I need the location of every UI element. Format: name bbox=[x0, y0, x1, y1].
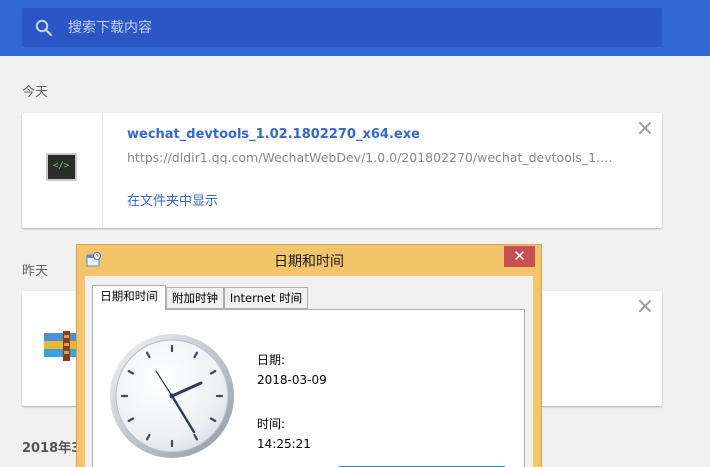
analog-clock bbox=[110, 334, 234, 458]
date-value: 2018-03-09 bbox=[257, 373, 327, 387]
download-card: </> wechat_devtools_1.02.1802270_x64.exe… bbox=[22, 113, 662, 228]
date-label: 日期: bbox=[257, 353, 286, 367]
download-source-url[interactable]: https://dldir1.qq.com/WechatWebDev/1.0.0… bbox=[127, 150, 617, 165]
tab-internet-time[interactable]: Internet 时间 bbox=[224, 287, 308, 309]
tab-additional-clocks[interactable]: 附加时钟 bbox=[166, 287, 224, 309]
tab-date-and-time[interactable]: 日期和时间 bbox=[92, 285, 166, 310]
winrar-archive-icon bbox=[44, 331, 78, 361]
download-file-name[interactable]: wechat_devtools_1.02.1802270_x64.exe bbox=[127, 127, 420, 142]
header-bar bbox=[0, 0, 710, 56]
tab-panel: 日期: 2018-03-09 时间: 14:25:21 bbox=[92, 309, 525, 467]
dialog-title-bar[interactable]: 日期和时间 ✕ bbox=[77, 245, 541, 275]
dialog-title: 日期和时间 bbox=[274, 254, 344, 270]
show-in-folder-link[interactable]: 在文件夹中显示 bbox=[127, 190, 218, 209]
search-input[interactable] bbox=[68, 8, 638, 47]
time-label: 时间: bbox=[257, 417, 286, 431]
download-icon-column: </> bbox=[22, 113, 103, 228]
devtools-app-icon: </> bbox=[46, 153, 77, 181]
section-label-yesterday: 昨天 bbox=[22, 264, 49, 279]
remove-download-close-icon[interactable] bbox=[638, 299, 652, 313]
dialog-close-button[interactable]: ✕ bbox=[504, 246, 535, 267]
remove-download-close-icon[interactable] bbox=[638, 121, 652, 135]
section-label-today: 今天 bbox=[22, 85, 49, 100]
time-value: 14:25:21 bbox=[257, 437, 311, 451]
date-time-dialog: 日期和时间 ✕ 日期和时间 附加时钟 Internet 时间 日期: 2018-… bbox=[76, 244, 542, 467]
dialog-body: 日期和时间 附加时钟 Internet 时间 日期: 2018-03-09 时间… bbox=[85, 276, 533, 467]
search-icon bbox=[35, 19, 53, 37]
search-box[interactable] bbox=[22, 8, 662, 47]
